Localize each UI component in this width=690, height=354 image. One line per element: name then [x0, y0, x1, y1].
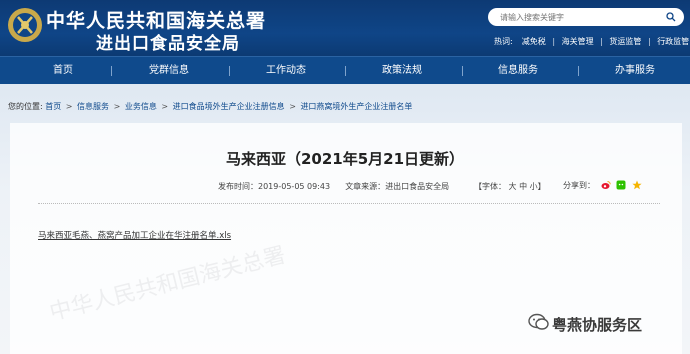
wechat-account-name: 粤燕协服务区 — [552, 316, 643, 334]
breadcrumb-link[interactable]: 业务信息 — [125, 102, 157, 111]
search-input[interactable] — [500, 10, 660, 24]
source: 进出口食品安全局 — [385, 182, 450, 191]
hot-words: 热词: 减免税 | 海关管理 | 货运监管 | 行政监管 — [494, 36, 689, 47]
publish-time: 2019-05-05 09:43 — [258, 182, 331, 191]
hot-word-link[interactable]: 减免税 — [522, 36, 546, 47]
qzone-star-icon[interactable] — [632, 180, 642, 190]
nav-separator — [229, 66, 230, 76]
wechat-badge-icon — [528, 313, 549, 330]
hot-word-link[interactable]: 行政监管 — [657, 36, 689, 47]
nav-item-work[interactable]: 工作动态 — [248, 57, 324, 85]
separator: | — [552, 37, 556, 46]
nav-item-policy[interactable]: 政策法规 — [364, 57, 440, 85]
font-size-medium[interactable]: 中 — [519, 182, 527, 191]
nav-separator — [111, 66, 112, 76]
font-size-switcher: 【字体： 大 中 小】 — [474, 181, 546, 192]
breadcrumb-link[interactable]: 信息服务 — [77, 102, 109, 111]
breadcrumb-link[interactable]: 进口燕窝境外生产企业注册名单 — [300, 102, 412, 111]
source-label: 文章来源： — [345, 182, 386, 191]
search-icon[interactable] — [666, 12, 676, 22]
separator: | — [600, 37, 603, 46]
hot-word-link[interactable]: 货运监管 — [609, 36, 641, 47]
breadcrumb-separator: > — [161, 102, 169, 111]
customs-emblem-icon — [8, 8, 42, 42]
breadcrumb: 您的位置: 首页 > 信息服务 > 业务信息 > 进口食品境外生产企业注册信息 … — [8, 101, 412, 112]
wechat-icon[interactable] — [616, 180, 626, 190]
breadcrumb-separator: > — [65, 102, 73, 111]
nav-item-party[interactable]: 党群信息 — [131, 57, 207, 85]
separator: | — [647, 37, 651, 46]
search-box[interactable] — [488, 8, 684, 26]
nav-item-info[interactable]: 信息服务 — [480, 57, 556, 85]
breadcrumb-link[interactable]: 首页 — [45, 102, 61, 111]
share-label: 分享到： — [563, 181, 595, 190]
font-size-label: 【字体： — [474, 182, 506, 191]
article-meta: 发布时间：2019-05-05 09:43 文章来源：进出口食品安全局 — [218, 181, 449, 192]
breadcrumb-separator: > — [289, 102, 296, 111]
divider — [38, 203, 660, 204]
font-size-end: 】 — [537, 182, 546, 191]
nav-item-home[interactable]: 首页 — [25, 57, 101, 85]
attachment-link[interactable]: 马来西亚毛燕、燕窝产品加工企业在华注册名单.xls — [38, 229, 231, 241]
nav-item-services[interactable]: 办事服务 — [597, 57, 673, 85]
font-size-small[interactable]: 小 — [530, 182, 538, 191]
breadcrumb-separator: > — [113, 102, 121, 111]
hot-words-label: 热词: — [494, 37, 513, 46]
font-size-large[interactable]: 大 — [509, 182, 517, 191]
publish-time-label: 发布时间： — [218, 182, 258, 191]
share-bar: 分享到： — [563, 180, 642, 191]
site-header: 中华人民共和国海关总署 进出口食品安全局 热词: 减免税 | 海关管理 | 货运… — [0, 0, 690, 56]
breadcrumb-label: 您的位置: — [8, 102, 43, 111]
site-subtitle: 进出口食品安全局 — [96, 34, 240, 54]
main-nav: 首页 党群信息 工作动态 政策法规 信息服务 办事服务 — [0, 56, 690, 84]
nav-separator — [345, 66, 346, 76]
weibo-icon[interactable] — [601, 180, 611, 190]
hot-word-link[interactable]: 海关管理 — [562, 36, 594, 47]
nav-separator — [462, 66, 463, 76]
nav-separator — [578, 66, 579, 76]
breadcrumb-link[interactable]: 进口食品境外生产企业注册信息 — [173, 102, 285, 111]
article-title: 马来西亚（2021年5月21日更新） — [225, 150, 465, 168]
